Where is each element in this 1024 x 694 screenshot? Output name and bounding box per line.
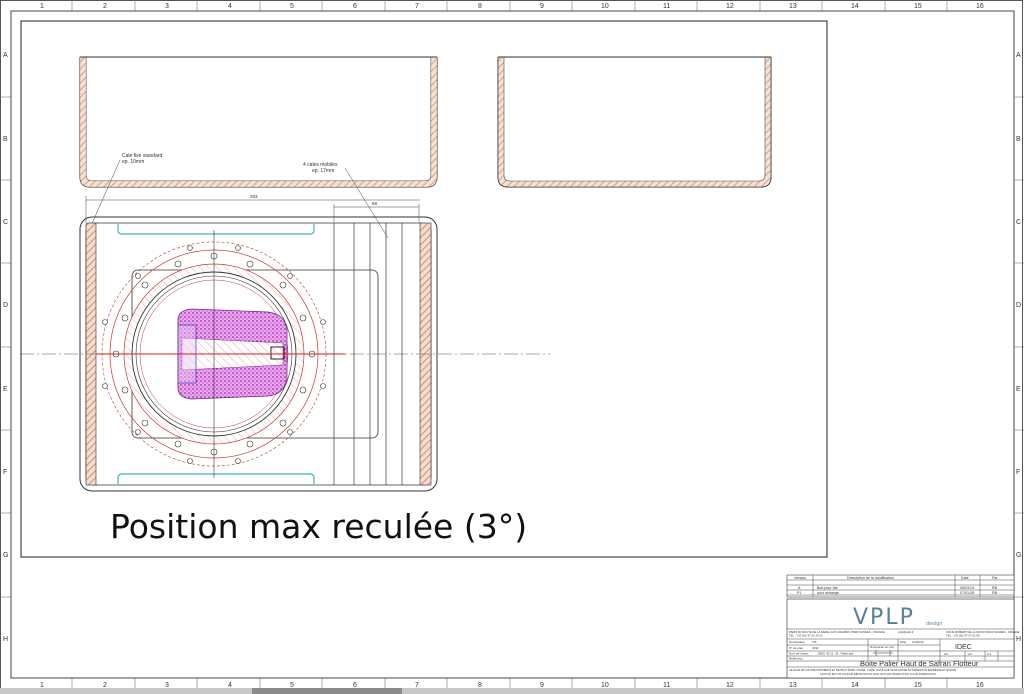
- column-grid-bottom: 1 2 3 4 5 6 7 8 9 10 11 12 13 14 15 16: [40, 682, 984, 689]
- company-phone: TEL : +33 (0)2 97 00 14 20: [789, 634, 823, 638]
- row-letter: H: [1016, 636, 1021, 643]
- col-number: 14: [851, 3, 859, 10]
- drawing-title: Boite Palier Haut de Safran Flotteur: [860, 659, 979, 668]
- company-phone-2: TEL : +33 (0)2 97 67 01 08: [946, 634, 980, 638]
- revision-cell: P1: [797, 591, 801, 595]
- dimension-text: 283: [250, 194, 258, 199]
- col-number: 11: [663, 682, 670, 689]
- col-number: 13: [789, 682, 797, 689]
- col-number: 7: [415, 3, 419, 10]
- row-letter: G: [1016, 552, 1021, 559]
- col-number: 14: [851, 682, 859, 689]
- revision-table: Version Description de la modification D…: [786, 574, 1015, 598]
- side-view-right: [497, 56, 772, 188]
- col-number: 2: [103, 682, 107, 689]
- row-grid-right: A B C D E F G H: [1016, 52, 1021, 643]
- drawing-caption: Position max reculée (3°): [110, 507, 527, 546]
- row-letter: E: [3, 386, 8, 393]
- col-number: 10: [601, 3, 609, 10]
- value-date: 11/02/19: [912, 640, 924, 644]
- col-number: 12: [726, 3, 734, 10]
- vplp-logo-sub: design: [926, 621, 943, 627]
- col-number: 9: [540, 3, 544, 10]
- horizontal-scrollbar[interactable]: [0, 688, 1024, 694]
- row-letter: F: [3, 469, 7, 476]
- row-letter: D: [1016, 302, 1021, 309]
- column-grid-top: 1 2 3 4 5 6 7 8 9 10 11 12 13 14 15 16: [40, 3, 984, 10]
- label-file-name: Nom de fichier: [789, 652, 808, 656]
- col-number: 5: [290, 682, 294, 689]
- row-letter: C: [3, 219, 8, 226]
- row-letter: C: [1016, 219, 1021, 226]
- wedge-slot-top: [117, 224, 315, 235]
- row-letter: E: [1016, 386, 1021, 393]
- col-number: 1: [40, 682, 44, 689]
- label-designer: Dessinateur: [789, 640, 805, 644]
- row-letter: A: [3, 52, 8, 59]
- value-designer: TM: [812, 640, 817, 644]
- col-number: 8: [478, 3, 482, 10]
- revision-header: Date: [961, 576, 969, 580]
- value-file-name: IDEC 40 11 - B - Palier.pdf: [818, 652, 853, 656]
- title-block: VPLP design PARIS 50 ROUTE DE LA MERE AU…: [786, 598, 1020, 679]
- wedge-slot-bottom: [117, 473, 315, 484]
- row-letter: A: [1016, 52, 1021, 59]
- row-letter: B: [3, 136, 8, 143]
- row-letter: F: [1016, 469, 1020, 476]
- revision-cell: RB: [992, 591, 998, 595]
- col-number: 4: [228, 682, 232, 689]
- row-letter: D: [3, 302, 8, 309]
- col-number: 2: [103, 3, 107, 10]
- col-number: 13: [789, 3, 797, 10]
- col-number: 9: [540, 682, 544, 689]
- technical-drawing-sheet: 1 2 3 4 5 6 7 8 9 10 11 12 13 14 15 16 1…: [0, 0, 1024, 694]
- dimension-text: 68: [372, 201, 378, 206]
- revision-cell: RB: [992, 586, 998, 590]
- col-number: 8: [478, 682, 482, 689]
- col-number: 12: [726, 682, 734, 689]
- col-number: 5: [290, 3, 294, 10]
- scrollbar-thumb[interactable]: [252, 688, 402, 694]
- row-letter: H: [3, 636, 8, 643]
- col-number: 6: [353, 3, 357, 10]
- revision-cell: Bon pour fab: [817, 586, 838, 590]
- col-number: 7: [415, 682, 419, 689]
- col-number: 3: [165, 3, 169, 10]
- row-grid-left: A B C D E F G H: [3, 52, 8, 643]
- col-number: 16: [976, 3, 984, 10]
- revision-cell: 06/03/19: [960, 586, 974, 590]
- col-number: 15: [914, 682, 922, 689]
- col-number: 1: [40, 3, 44, 10]
- col-number: 11: [663, 3, 670, 10]
- value-drawing-no: 4011: [812, 646, 819, 650]
- row-letter: B: [1016, 136, 1021, 143]
- client-name: IDEC: [955, 644, 972, 651]
- col-number: 3: [165, 682, 169, 689]
- value-sheet: 1/1: [987, 652, 992, 656]
- revision-header: Par: [992, 576, 998, 580]
- label-drawing-no: N° de plan: [789, 646, 803, 650]
- revision-cell: pour échange: [817, 591, 839, 595]
- vplp-logo: VPLP: [853, 605, 915, 630]
- value-format: A3: [944, 652, 948, 656]
- center-lines: [20, 230, 550, 478]
- label-date: Date: [900, 640, 907, 644]
- revision-cell: 07/01/18: [960, 591, 974, 595]
- label-tolerance: Dimension en mm: [870, 645, 895, 649]
- revision-header: Description de la modification: [847, 576, 894, 580]
- row-letter: G: [3, 552, 8, 559]
- col-number: 16: [976, 682, 984, 689]
- col-number: 10: [601, 682, 609, 689]
- label-reference: Référence: [789, 657, 803, 661]
- revision-header: Version: [794, 576, 806, 580]
- col-number: 15: [914, 3, 922, 10]
- annotation-text: ep. 10mm: [122, 159, 144, 165]
- side-view-left: [79, 56, 438, 188]
- col-number: 4: [228, 3, 232, 10]
- value-format-2: A3: [968, 652, 972, 656]
- dimension-main: 283: [85, 194, 420, 222]
- annotation-text: ep. 17mm: [312, 168, 334, 174]
- col-number: 6: [353, 682, 357, 689]
- company-email: vplp@vplp.fr: [898, 630, 914, 634]
